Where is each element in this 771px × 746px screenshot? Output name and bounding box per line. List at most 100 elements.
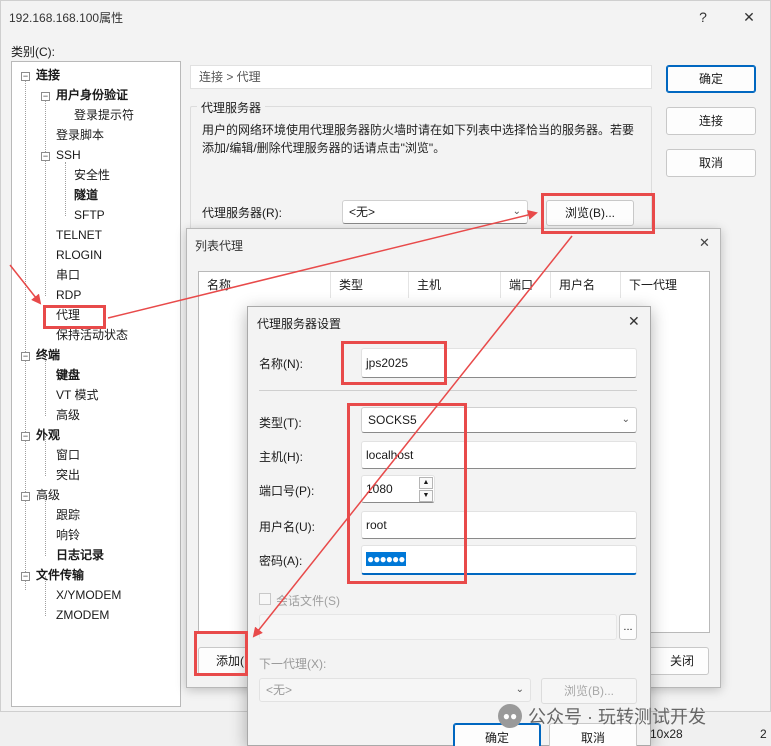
type-value: SOCKS5 — [368, 413, 417, 427]
window-close-button[interactable]: ✕ — [727, 1, 771, 33]
wechat-icon: ●● — [498, 704, 522, 728]
help-icon: ? — [699, 9, 707, 25]
tree-item-trace[interactable]: 跟踪 — [56, 505, 80, 525]
tree-item-vt-mode[interactable]: VT 模式 — [56, 385, 98, 405]
tree-item-rlogin[interactable]: RLOGIN — [56, 245, 102, 265]
proxy-server-select[interactable]: <无> ⌄ — [342, 200, 528, 224]
tree-item-telnet[interactable]: TELNET — [56, 225, 102, 245]
tree-item-advanced-root[interactable]: 高级 — [36, 485, 60, 505]
column-header-type[interactable]: 类型 — [331, 272, 409, 298]
watermark: ●● 公众号 · 玩转测试开发 — [498, 703, 706, 729]
collapse-icon[interactable]: − — [41, 92, 50, 101]
spin-up-icon[interactable]: ▲ — [419, 477, 433, 489]
close-icon: ✕ — [743, 8, 755, 25]
username-input[interactable]: root — [361, 511, 637, 539]
username-label: 用户名(U): — [259, 520, 315, 534]
session-file-browse-button[interactable]: ... — [619, 614, 637, 640]
next-proxy-label: 下一代理(X): — [259, 657, 327, 671]
password-input[interactable]: ●●●●●● — [361, 545, 637, 575]
next-proxy-select: <无> ⌄ — [259, 678, 531, 702]
cancel-button[interactable]: 取消 — [666, 149, 756, 177]
password-value: ●●●●●● — [366, 552, 406, 566]
proxy-server-value: <无> — [349, 205, 376, 219]
tree-item-rdp[interactable]: RDP — [56, 285, 81, 305]
connect-button[interactable]: 连接 — [666, 107, 756, 135]
tree-connector — [45, 496, 46, 556]
close-icon[interactable]: ✕ — [699, 235, 710, 251]
tree-item-keyboard[interactable]: 键盘 — [56, 365, 80, 385]
title-bar: 192.168.168.100属性 — [1, 1, 770, 33]
tree-connector — [45, 356, 46, 416]
tree-item-keepalive[interactable]: 保持活动状态 — [56, 325, 128, 345]
tree-item-login-prompt[interactable]: 登录提示符 — [74, 105, 134, 125]
tree-item-file-transfer[interactable]: 文件传输 — [36, 565, 84, 585]
watermark-text: 公众号 · 玩转测试开发 — [528, 707, 706, 727]
tree-item-appearance[interactable]: 外观 — [36, 425, 60, 445]
tree-item-xymodem[interactable]: X/YMODEM — [56, 585, 121, 605]
tree-item-user-auth[interactable]: 用户身份验证 — [56, 85, 128, 105]
tree-item-bell[interactable]: 响铃 — [56, 525, 80, 545]
chevron-down-icon: ⌄ — [621, 414, 630, 425]
collapse-icon[interactable]: − — [21, 492, 30, 501]
tree-item-login-script[interactable]: 登录脚本 — [56, 125, 104, 145]
column-header-username[interactable]: 用户名 — [551, 272, 621, 298]
tree-item-logging[interactable]: 日志记录 — [56, 545, 104, 565]
proxy-group-title: 代理服务器 — [197, 99, 266, 116]
collapse-icon[interactable]: − — [21, 72, 30, 81]
tree-item-zmodem[interactable]: ZMODEM — [56, 605, 109, 625]
ok-button[interactable]: 确定 — [666, 65, 756, 93]
proxy-description: 用户的网络环境使用代理服务器防火墙时请在如下列表中选择恰当的服务器。若要添加/编… — [202, 123, 635, 155]
tree-item-proxy[interactable]: 代理 — [56, 305, 80, 325]
tree-connector — [25, 76, 26, 590]
type-label: 类型(T): — [259, 416, 302, 430]
tree-item-ssh[interactable]: SSH — [56, 145, 81, 165]
column-header-port[interactable]: 端口 — [501, 272, 551, 298]
port-value: 1080 — [366, 482, 393, 496]
window-title: 192.168.168.100属性 — [9, 10, 124, 25]
collapse-icon[interactable]: − — [21, 572, 30, 581]
proxy-server-label: 代理服务器(R): — [202, 206, 282, 220]
chevron-down-icon: ⌄ — [512, 206, 521, 217]
column-header-next-proxy[interactable]: 下一代理 — [621, 272, 711, 298]
tree-item-tunnel[interactable]: 隧道 — [74, 185, 98, 205]
close-icon[interactable]: ✕ — [628, 313, 640, 330]
tree-item-connection[interactable]: 连接 — [36, 65, 60, 85]
tree-item-serial[interactable]: 串口 — [56, 265, 80, 285]
tree-connector — [65, 162, 66, 216]
collapse-icon[interactable]: − — [21, 432, 30, 441]
spin-down-icon[interactable]: ▼ — [419, 490, 433, 502]
type-select[interactable]: SOCKS5 ⌄ — [361, 407, 637, 433]
next-proxy-value: <无> — [266, 683, 293, 697]
tree-item-window[interactable]: 窗口 — [56, 445, 80, 465]
tree-item-advanced[interactable]: 高级 — [56, 405, 80, 425]
session-file-input — [259, 614, 617, 640]
chevron-down-icon: ⌄ — [515, 684, 524, 695]
divider — [259, 390, 637, 391]
tree-item-sftp[interactable]: SFTP — [74, 205, 105, 225]
session-file-checkbox[interactable] — [259, 593, 271, 605]
status-page: 2 — [760, 727, 767, 741]
tree-item-terminal[interactable]: 终端 — [36, 345, 60, 365]
collapse-icon[interactable]: − — [41, 152, 50, 161]
session-file-label: 会话文件(S) — [276, 594, 340, 608]
password-label: 密码(A): — [259, 554, 303, 568]
list-proxy-title: 列表代理 — [195, 239, 244, 253]
next-proxy-browse-button: 浏览(B)... — [541, 678, 637, 704]
browse-button[interactable]: 浏览(B)... — [546, 200, 634, 226]
port-label: 端口号(P): — [259, 484, 315, 498]
breadcrumb: 连接 > 代理 — [190, 65, 652, 89]
help-button[interactable]: ? — [681, 1, 725, 33]
host-label: 主机(H): — [259, 450, 303, 464]
column-header-name[interactable]: 名称 — [199, 272, 331, 298]
tree-item-highlight[interactable]: 突出 — [56, 465, 80, 485]
name-label: 名称(N): — [259, 357, 303, 371]
column-header-host[interactable]: 主机 — [409, 272, 501, 298]
status-size: 10x28 — [650, 727, 683, 741]
proxy-settings-dialog: 代理服务器设置 ✕ 名称(N): jps2025 类型(T): SOCKS5 ⌄… — [247, 306, 651, 746]
collapse-icon[interactable]: − — [21, 352, 30, 361]
proxy-settings-title: 代理服务器设置 — [257, 317, 342, 331]
category-tree[interactable]: − 连接 − 用户身份验证 登录提示符 登录脚本 − SSH 安全性 隧道 SF… — [11, 61, 181, 707]
name-input[interactable]: jps2025 — [361, 348, 637, 378]
tree-item-security[interactable]: 安全性 — [74, 165, 110, 185]
host-input[interactable]: localhost — [361, 441, 637, 469]
